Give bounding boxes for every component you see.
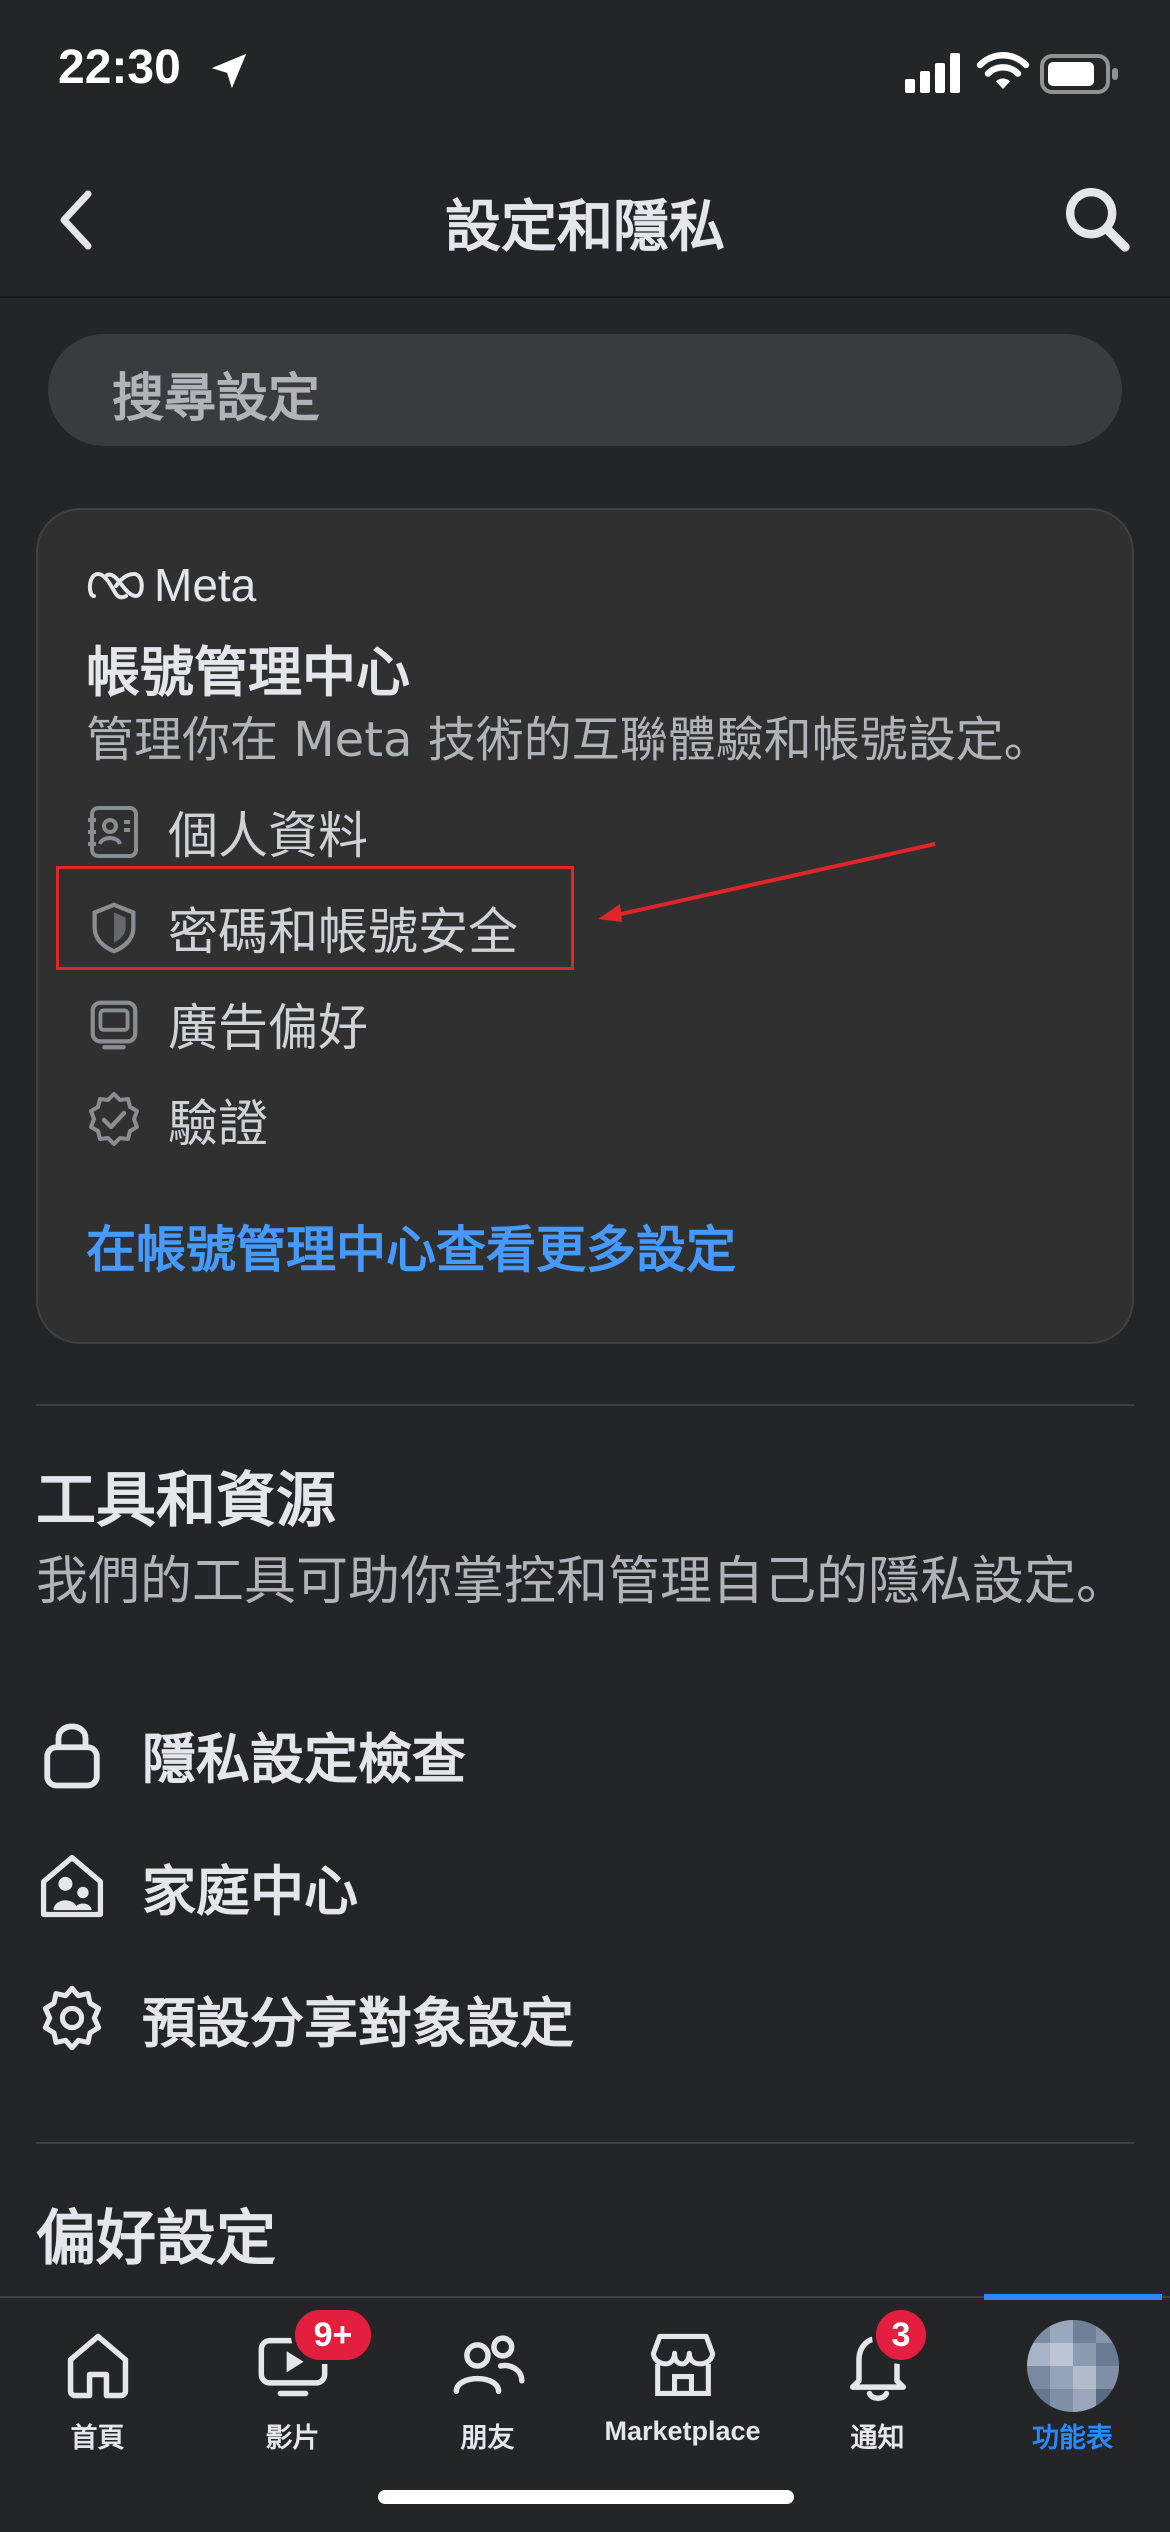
tab-label: 通知 (850, 2423, 905, 2453)
annotation-arrow-icon (598, 842, 936, 922)
cellular-signal-icon (905, 53, 960, 93)
accounts-item-verification[interactable]: 驗證 (82, 1080, 268, 1160)
accounts-center-card: Meta 帳號管理中心 管理你在 Meta 技術的互聯體驗和帳號設定。 個人資料… (36, 508, 1134, 1344)
tool-item-default-audience[interactable]: 預設分享對象設定 (36, 1968, 574, 2068)
see-more-accounts-center-link[interactable]: 在帳號管理中心查看更多設定 (86, 1210, 736, 1282)
avatar (1026, 2320, 1119, 2412)
accounts-item-ad-preferences[interactable]: 廣告偏好 (82, 984, 368, 1064)
accounts-item-label: 驗證 (168, 1095, 268, 1153)
page-title: 設定和隱私 (445, 195, 725, 260)
meta-brand-text: Meta (154, 559, 257, 611)
accounts-item-label: 廣告偏好 (168, 999, 368, 1057)
family-house-icon (36, 1850, 108, 1922)
tab-label: 影片 (265, 2423, 320, 2453)
tool-item-label: 家庭中心 (142, 1859, 358, 1923)
wifi-icon (976, 52, 1030, 89)
video-badge: 9+ (291, 2306, 375, 2364)
battery-icon (1040, 54, 1118, 94)
tools-section-description: 我們的工具可助你掌控和管理自己的隱私設定。 (36, 1552, 1129, 1612)
tool-item-label: 預設分享對象設定 (142, 1991, 574, 2055)
id-card-icon (82, 800, 146, 864)
annotation-highlight-box (56, 866, 574, 970)
tool-item-privacy-checkup[interactable]: 隱私設定檢查 (36, 1704, 466, 1804)
accounts-center-title: 帳號管理中心 (86, 641, 410, 704)
home-indicator (378, 2490, 794, 2504)
tools-section-title: 工具和資源 (36, 1466, 336, 1536)
accounts-center-description: 管理你在 Meta 技術的互聯體驗和帳號設定。 (86, 712, 1052, 768)
monitor-icon (82, 992, 146, 1056)
location-arrow-icon (211, 53, 247, 89)
tool-item-label: 隱私設定檢查 (142, 1727, 466, 1791)
tab-home[interactable]: 首頁 (0, 2298, 195, 2478)
accounts-item-personal-details[interactable]: 個人資料 (82, 792, 368, 872)
section-divider (36, 2142, 1134, 2144)
search-input[interactable]: 搜尋設定 (48, 334, 1122, 446)
meta-logo: Meta (86, 558, 256, 612)
tab-label: 首頁 (70, 2423, 125, 2453)
tab-menu[interactable]: 功能表 (975, 2298, 1170, 2478)
tool-item-family-center[interactable]: 家庭中心 (36, 1836, 358, 1936)
tab-marketplace[interactable]: Marketplace (585, 2298, 780, 2478)
marketplace-icon (650, 2333, 715, 2396)
friends-icon (453, 2335, 525, 2395)
tab-video[interactable]: 9+ 影片 (195, 2298, 390, 2478)
gear-icon (36, 1982, 108, 2054)
nav-header: 設定和隱私 (0, 150, 1170, 298)
tab-label: 功能表 (1032, 2423, 1113, 2453)
search-icon[interactable] (1062, 184, 1132, 254)
home-icon (67, 2333, 128, 2399)
status-time: 22:30 (58, 41, 181, 94)
accounts-item-label: 個人資料 (168, 807, 368, 865)
notifications-badge: 3 (872, 2306, 930, 2364)
status-bar: 22:30 (0, 0, 1170, 150)
search-placeholder: 搜尋設定 (112, 369, 321, 429)
tab-label: 朋友 (460, 2423, 515, 2453)
tab-notifications[interactable]: 3 通知 (780, 2298, 975, 2478)
preferences-section-title: 偏好設定 (36, 2204, 276, 2274)
tab-label: Marketplace (604, 2416, 761, 2446)
lock-icon (36, 1718, 108, 1790)
verified-badge-icon (82, 1088, 146, 1152)
meta-infinity-icon (87, 571, 144, 600)
section-divider (36, 1404, 1134, 1406)
tab-friends[interactable]: 朋友 (390, 2298, 585, 2478)
